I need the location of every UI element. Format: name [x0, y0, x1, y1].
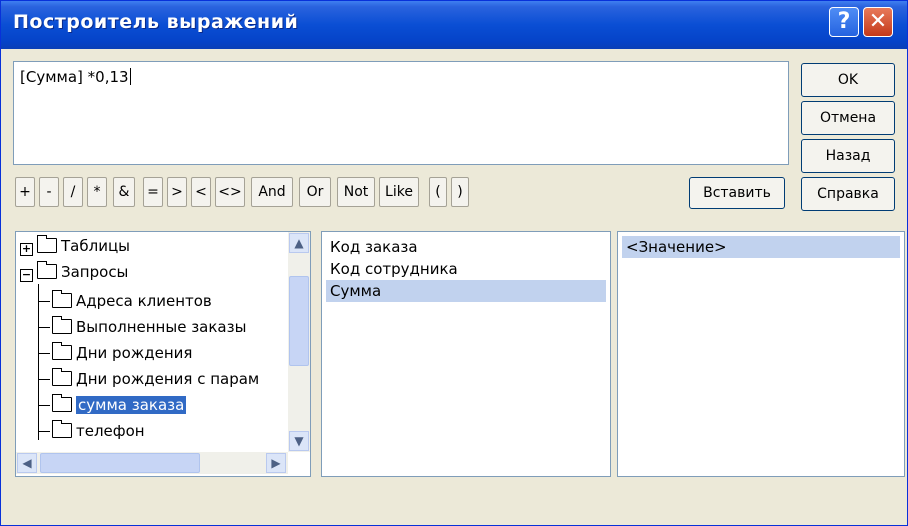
folder-icon	[52, 290, 72, 308]
scroll-up-icon[interactable]: ▲	[289, 233, 309, 253]
tree-connector-line	[38, 284, 39, 440]
operator-greater-button[interactable]: >	[167, 177, 187, 207]
tree-item-query-selected[interactable]: сумма заказа	[52, 393, 187, 417]
operator-close-paren-button[interactable]: )	[451, 177, 469, 207]
text-caret	[129, 68, 131, 85]
operator-not-button[interactable]: Not	[337, 177, 375, 207]
values-list[interactable]: <Значение>	[617, 231, 905, 477]
tree-item-query[interactable]: телефон	[52, 419, 145, 443]
tree-item-tables[interactable]: + Таблицы	[20, 234, 130, 258]
expression-builder-dialog: Построитель выражений ? ✕ [Сумма] *0,13 …	[0, 0, 908, 526]
scroll-thumb[interactable]	[289, 276, 309, 366]
tree-branch-line	[38, 353, 50, 354]
operator-less-button[interactable]: <	[191, 177, 211, 207]
insert-button[interactable]: Вставить	[689, 177, 785, 209]
tree-item-query[interactable]: Адреса клиентов	[52, 289, 212, 313]
folder-icon	[52, 316, 72, 334]
window-title: Построитель выражений	[13, 11, 299, 33]
tree-item-label: телефон	[76, 422, 145, 440]
operator-equals-button[interactable]: =	[143, 177, 163, 207]
tree-item-query[interactable]: Выполненные заказы	[52, 315, 246, 339]
help-button[interactable]: Справка	[801, 177, 895, 211]
title-bar[interactable]: Построитель выражений ? ✕	[1, 1, 907, 49]
collapse-minus-icon[interactable]: −	[20, 269, 33, 282]
folder-icon	[52, 368, 72, 386]
tree-item-label: Запросы	[61, 263, 129, 281]
field-item[interactable]: Код сотрудника	[326, 258, 462, 280]
operator-ampersand-button[interactable]: &	[113, 177, 135, 207]
tree-item-label: Адреса клиентов	[76, 292, 212, 310]
folder-icon	[52, 420, 72, 438]
operator-plus-button[interactable]: +	[15, 177, 35, 207]
tree-item-queries[interactable]: − Запросы	[20, 260, 128, 284]
operator-like-button[interactable]: Like	[379, 177, 419, 207]
operator-not-equal-button[interactable]: <>	[215, 177, 245, 207]
folder-icon	[52, 342, 72, 360]
operator-divide-button[interactable]: /	[63, 177, 83, 207]
scroll-right-icon[interactable]: ▶	[266, 453, 286, 473]
scroll-down-icon[interactable]: ▼	[289, 431, 309, 451]
folder-icon	[37, 261, 57, 279]
fields-list[interactable]: Код заказа Код сотрудника Сумма	[321, 231, 611, 477]
cancel-button[interactable]: Отмена	[801, 101, 895, 135]
help-title-button[interactable]: ?	[829, 7, 859, 37]
operator-multiply-button[interactable]: *	[87, 177, 107, 207]
operator-and-button[interactable]: And	[251, 177, 293, 207]
ok-button[interactable]: OK	[801, 63, 895, 97]
tree-item-label: Дни рождения с парам	[76, 370, 260, 388]
tree-item-query[interactable]: Дни рождения с парам	[52, 367, 259, 391]
tree-branch-line	[38, 327, 50, 328]
field-item-selected[interactable]: Сумма	[326, 280, 606, 302]
expression-input[interactable]: [Сумма] *0,13	[13, 61, 789, 165]
operator-or-button[interactable]: Or	[299, 177, 331, 207]
scroll-left-icon[interactable]: ◀	[17, 453, 37, 473]
tree-item-label: сумма заказа	[76, 396, 187, 414]
tree-horizontal-scrollbar[interactable]: ◀ ▶	[16, 452, 288, 474]
back-button[interactable]: Назад	[801, 139, 895, 173]
tree-branch-line	[38, 405, 50, 406]
tree-item-label: Таблицы	[61, 237, 130, 255]
expand-plus-icon[interactable]: +	[20, 243, 33, 256]
tree-branch-line	[38, 379, 50, 380]
scroll-thumb[interactable]	[40, 453, 200, 473]
value-item-selected[interactable]: <Значение>	[622, 236, 900, 258]
tree-item-label: Дни рождения	[76, 344, 193, 362]
tree-branch-line	[38, 301, 50, 302]
tree-vertical-scrollbar[interactable]: ▲ ▼	[288, 232, 310, 452]
operator-open-paren-button[interactable]: (	[429, 177, 447, 207]
tree-item-label: Выполненные заказы	[76, 318, 247, 336]
close-button[interactable]: ✕	[863, 7, 893, 37]
tree-item-query[interactable]: Дни рождения	[52, 341, 192, 365]
open-folder-icon	[52, 394, 72, 412]
field-item[interactable]: Код заказа	[326, 236, 422, 258]
folder-icon	[37, 235, 57, 253]
expression-text: [Сумма] *0,13	[20, 68, 129, 86]
tree-branch-line	[38, 431, 50, 432]
operator-minus-button[interactable]: -	[39, 177, 59, 207]
object-tree-list[interactable]: + Таблицы − Запросы Адреса клиентов Выполн…	[15, 231, 311, 477]
